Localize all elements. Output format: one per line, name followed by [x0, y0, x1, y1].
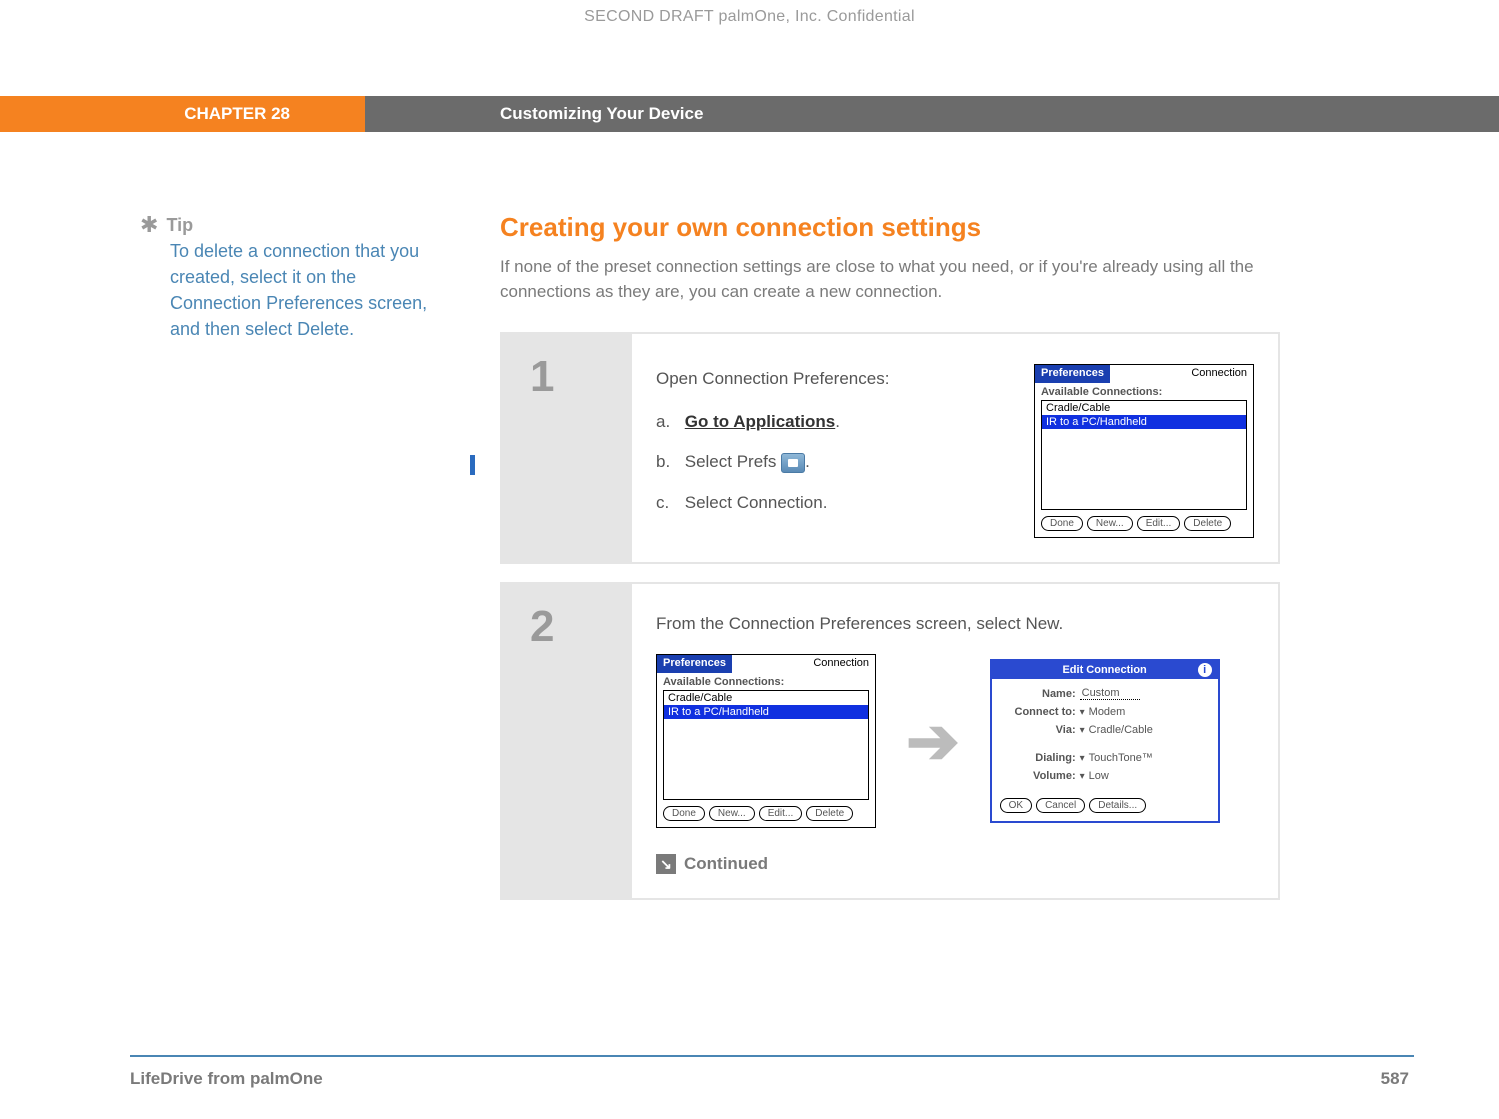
done-button[interactable]: Done	[1041, 516, 1083, 531]
revision-mark-icon	[470, 455, 475, 475]
delete-button[interactable]: Delete	[1184, 516, 1231, 531]
arrow-right-icon: ➔	[906, 704, 960, 779]
connect-to-dropdown[interactable]: ▾Modem	[1080, 706, 1126, 718]
tip-star-icon: ✱	[140, 212, 158, 238]
palm-title-right: Connection	[1185, 365, 1253, 383]
palm-connection-list: Cradle/Cable IR to a PC/Handheld	[1041, 400, 1247, 510]
details-button[interactable]: Details...	[1089, 798, 1146, 813]
dialing-dropdown[interactable]: ▾TouchTone™	[1080, 752, 1153, 764]
edit-connection-title: Edit Connection	[1062, 664, 1146, 676]
step-2-screenshot-right: Edit Connection i Name: Custom Connect t…	[990, 659, 1220, 823]
volume-dropdown[interactable]: ▾Low	[1080, 770, 1109, 782]
via-dropdown[interactable]: ▾Cradle/Cable	[1080, 724, 1153, 736]
section-intro: If none of the preset connection setting…	[500, 255, 1280, 304]
footer-divider	[130, 1055, 1414, 1057]
name-field[interactable]: Custom	[1080, 687, 1140, 700]
info-icon[interactable]: i	[1198, 663, 1212, 677]
list-item[interactable]: IR to a PC/Handheld	[664, 705, 868, 719]
prefs-icon	[781, 453, 805, 473]
continued-indicator: ↘ Continued	[656, 854, 1254, 874]
palm-title-left: Preferences	[1035, 365, 1110, 383]
footer-product: LifeDrive from palmOne	[130, 1069, 323, 1089]
step-2-number: 2	[530, 602, 632, 652]
list-item[interactable]: Cradle/Cable	[1042, 401, 1246, 415]
step-2-text: From the Connection Preferences screen, …	[656, 614, 1254, 634]
step-1-screenshot: Preferences Connection Available Connect…	[1034, 364, 1254, 538]
list-item[interactable]: Cradle/Cable	[664, 691, 868, 705]
palm-subtitle: Available Connections:	[1035, 383, 1253, 400]
chapter-title: Customizing Your Device	[365, 96, 1499, 132]
step-1-intro: Open Connection Preferences:	[656, 364, 1008, 395]
tip-body: To delete a connection that you created,…	[170, 238, 440, 342]
list-item[interactable]: IR to a PC/Handheld	[1042, 415, 1246, 429]
chapter-label: CHAPTER 28	[0, 96, 365, 132]
edit-button[interactable]: Edit...	[1137, 516, 1181, 531]
continued-arrow-icon: ↘	[656, 854, 676, 874]
cancel-button[interactable]: Cancel	[1036, 798, 1085, 813]
step-1-c: c. Select Connection.	[656, 488, 1008, 519]
tip-sidebar: ✱ Tip To delete a connection that you cr…	[0, 212, 500, 918]
chapter-header-bar: CHAPTER 28 Customizing Your Device	[0, 96, 1499, 132]
step-1-card: 1 Open Connection Preferences: a. Go to …	[500, 332, 1280, 564]
step-2-screenshot-left: Preferences Connection Available Connect…	[656, 654, 876, 828]
delete-button[interactable]: Delete	[806, 806, 853, 821]
confidential-header: SECOND DRAFT palmOne, Inc. Confidential	[0, 0, 1499, 26]
step-2-card: 2 From the Connection Preferences screen…	[500, 582, 1280, 900]
step-1-a: a. Go to Applications.	[656, 407, 1008, 438]
new-button[interactable]: New...	[709, 806, 755, 821]
done-button[interactable]: Done	[663, 806, 705, 821]
step-1-number: 1	[530, 352, 632, 402]
new-button[interactable]: New...	[1087, 516, 1133, 531]
edit-button[interactable]: Edit...	[759, 806, 803, 821]
go-to-applications-link[interactable]: Go to Applications	[685, 412, 835, 431]
section-heading: Creating your own connection settings	[500, 212, 1280, 243]
ok-button[interactable]: OK	[1000, 798, 1032, 813]
footer-page-number: 587	[1381, 1069, 1409, 1089]
step-1-b: b. Select Prefs .	[656, 447, 1008, 478]
tip-label: Tip	[166, 215, 193, 236]
